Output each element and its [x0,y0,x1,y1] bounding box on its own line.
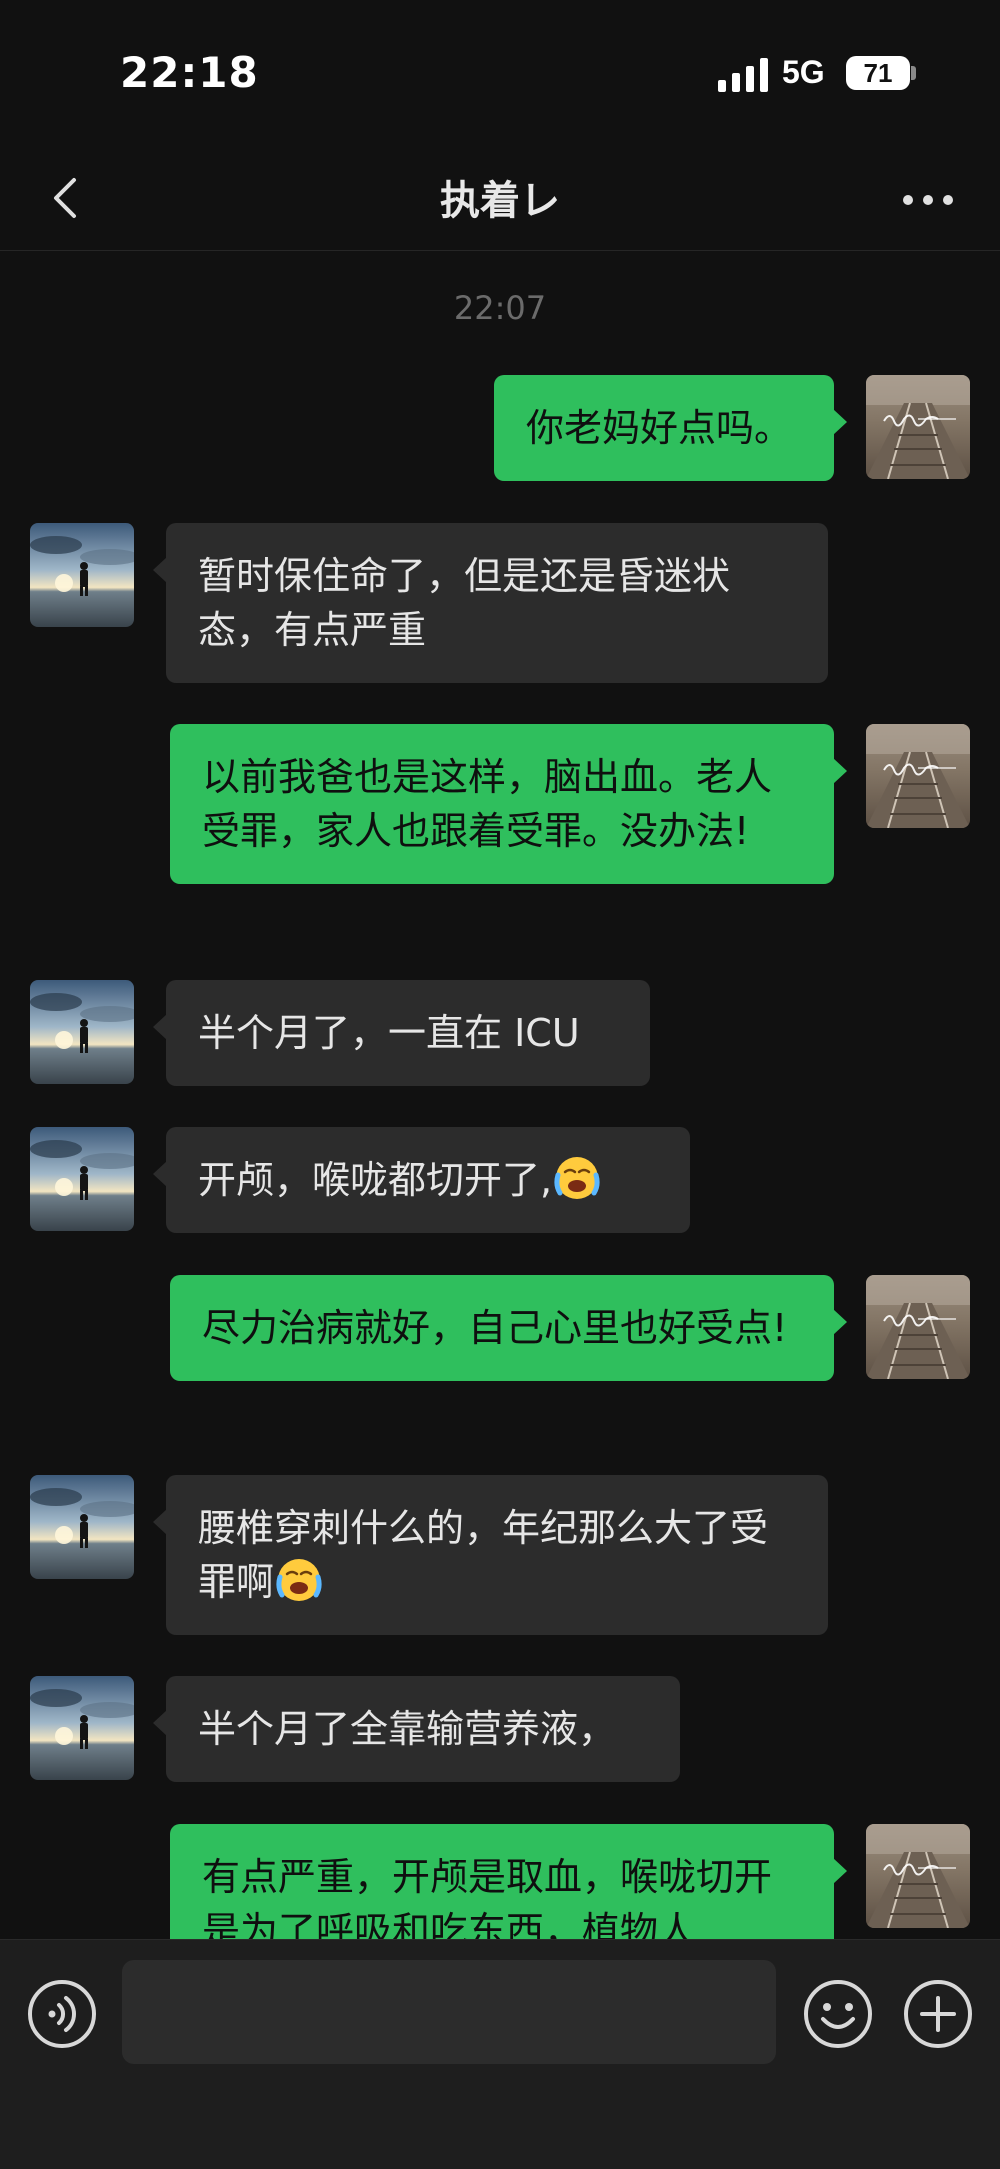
voice-icon [28,1980,96,2048]
outgoing-message[interactable]: 有点严重，开颅是取血，喉咙切开是为了呼吸和吃东西，植物人 [170,1824,847,1939]
status-time: 22:18 [120,48,259,97]
outgoing-message[interactable]: 你老妈好点吗。 [494,375,847,481]
more-functions-button[interactable] [902,1978,974,2050]
smiley-icon [804,1980,872,2048]
chat-header: 执着レ [0,150,1000,251]
message-text: 半个月了，一直在 ICU [198,1011,580,1055]
chat-title: 执着レ [440,178,560,224]
my-avatar[interactable] [866,724,970,828]
signal-icon [718,58,768,92]
message-input[interactable] [122,1960,776,2064]
contact-avatar[interactable] [30,523,134,627]
contact-avatar[interactable] [30,1127,134,1231]
outgoing-message[interactable]: 以前我爸也是这样，脑出血。老人受罪，家人也跟着受罪。没办法! [170,724,847,884]
battery-icon: 71 [846,56,910,90]
more-button[interactable] [898,170,958,230]
message-text: 以前我爸也是这样，脑出血。老人受罪，家人也跟着受罪。没办法! [202,755,773,853]
message-text: 你老妈好点吗。 [526,406,793,450]
message-timestamp: 22:07 [453,289,547,327]
message-text: 有点严重，开颅是取血，喉咙切开是为了呼吸和吃东西，植物人 [202,1855,773,1939]
battery-tip [911,66,916,80]
message-text: 半个月了全靠输营养液， [198,1707,617,1751]
incoming-message[interactable]: 暂时保住命了，但是还是昏迷状态，有点严重 [153,523,828,683]
incoming-message[interactable]: 开颅，喉咙都切开了, [153,1127,690,1233]
message-text: 尽力治病就好，自己心里也好受点! [202,1306,788,1350]
outgoing-message[interactable]: 尽力治病就好，自己心里也好受点! [170,1275,847,1381]
contact-avatar[interactable] [30,980,134,1084]
network-type: 5G [782,54,825,90]
my-avatar[interactable] [866,1275,970,1379]
incoming-message[interactable]: 半个月了，一直在 ICU [153,980,650,1086]
my-avatar[interactable] [866,375,970,479]
status-bar: 22:18 5G 71 [0,0,1000,150]
incoming-message[interactable]: 腰椎穿刺什么的，年纪那么大了受罪啊 [153,1475,828,1635]
chevron-left-icon [54,178,76,218]
back-button[interactable] [36,168,96,228]
crying-face-emoji [276,1557,322,1603]
incoming-message[interactable]: 半个月了全靠输营养液， [153,1676,680,1782]
crying-face-emoji [554,1155,600,1201]
more-dots-icon [903,195,953,205]
chat-input-bar [0,1939,1000,2169]
message-text: 开颅，喉咙都切开了, [198,1158,553,1202]
voice-button[interactable] [26,1978,98,2050]
plus-icon [904,1980,972,2048]
my-avatar[interactable] [866,1824,970,1928]
battery-level: 71 [863,58,893,88]
message-text: 暂时保住命了，但是还是昏迷状态，有点严重 [198,554,731,652]
contact-avatar[interactable] [30,1676,134,1780]
emoji-button[interactable] [802,1978,874,2050]
contact-avatar[interactable] [30,1475,134,1579]
message-list[interactable]: 22:07 你老妈好点吗。 暂时保住命了，但是还是昏迷状态，有点严重 以前我爸也… [0,251,1000,1939]
